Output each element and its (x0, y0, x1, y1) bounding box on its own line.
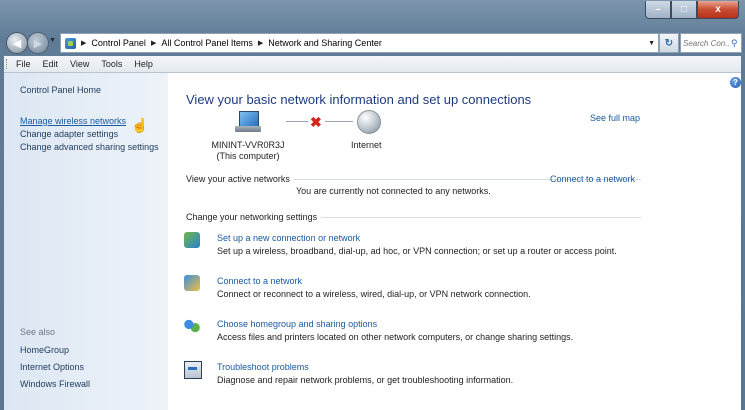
search-box[interactable]: ⚲ (680, 33, 742, 53)
menu-edit[interactable]: Edit (37, 59, 65, 69)
internet-globe-icon (357, 110, 381, 134)
task-description: Connect or reconnect to a wireless, wire… (217, 289, 531, 299)
menu-bar: File Edit View Tools Help (4, 56, 741, 73)
not-connected-message: You are currently not connected to any n… (296, 186, 491, 196)
crumb-separator-icon[interactable]: ▶ (149, 39, 158, 47)
main-pane: ? View your basic network information an… (168, 73, 741, 410)
computer-subtitle: (This computer) (216, 151, 280, 161)
search-input[interactable] (681, 38, 731, 48)
address-dropdown-icon[interactable]: ▼ (645, 40, 658, 47)
control-panel-icon (65, 37, 76, 49)
disconnected-icon: ✖ (310, 114, 322, 130)
task-connect-network: Connect to a network Connect or reconnec… (184, 275, 734, 307)
internet-label: Internet (351, 140, 382, 150)
title-bar[interactable]: – □ x (0, 0, 745, 28)
homegroup-icon (184, 318, 200, 334)
task-description: Set up a wireless, broadband, dial-up, a… (217, 246, 617, 256)
connect-network-link[interactable]: Connect to a network (217, 276, 302, 286)
minimize-button[interactable]: – (645, 1, 671, 19)
breadcrumb-control-panel[interactable]: Control Panel (88, 34, 149, 52)
crumb-separator-icon[interactable]: ▶ (79, 39, 88, 47)
task-description: Diagnose and repair network problems, or… (217, 375, 514, 385)
see-also-label: See also (20, 327, 56, 337)
window-controls: – □ x (645, 1, 739, 19)
control-panel-home-link[interactable]: Control Panel Home (20, 85, 101, 95)
setup-connection-icon (184, 232, 200, 248)
computer-name: MININT-VVR0R3J (211, 140, 285, 150)
troubleshoot-icon (184, 361, 202, 379)
connection-line (325, 121, 353, 122)
back-button[interactable]: ◀ (6, 32, 28, 54)
refresh-button[interactable]: ↻ (659, 33, 679, 53)
task-troubleshoot: Troubleshoot problems Diagnose and repai… (184, 361, 734, 393)
address-bar[interactable]: ▶ Control Panel ▶ All Control Panel Item… (60, 33, 659, 53)
windows-firewall-link[interactable]: Windows Firewall (20, 379, 160, 390)
task-description: Access files and printers located on oth… (217, 332, 574, 342)
breadcrumb-all-items[interactable]: All Control Panel Items (158, 34, 256, 52)
help-icon[interactable]: ? (730, 77, 741, 88)
forward-button[interactable]: ▶ (27, 32, 49, 54)
task-setup-connection: Set up a new connection or network Set u… (184, 232, 734, 264)
close-button[interactable]: x (697, 1, 739, 19)
hand-pointer-icon: ☝ (131, 117, 149, 133)
breadcrumb-network-sharing[interactable]: Network and Sharing Center (265, 34, 385, 52)
task-pane: Control Panel Home Manage wireless netwo… (4, 73, 168, 410)
change-settings-label: Change your networking settings (186, 212, 322, 222)
recent-pages-dropdown-icon[interactable]: ▼ (49, 37, 56, 44)
menu-file[interactable]: File (10, 59, 37, 69)
homegroup-link[interactable]: HomeGroup (20, 345, 160, 356)
internet-options-link[interactable]: Internet Options (20, 362, 160, 373)
computer-icon (235, 111, 261, 133)
active-networks-label: View your active networks (186, 174, 294, 184)
change-advanced-sharing-link[interactable]: Change advanced sharing settings (20, 142, 160, 153)
menu-help[interactable]: Help (128, 59, 159, 69)
task-homegroup: Choose homegroup and sharing options Acc… (184, 318, 734, 350)
page-title: View your basic network information and … (186, 92, 532, 107)
menu-tools[interactable]: Tools (95, 59, 128, 69)
content-area: Control Panel Home Manage wireless netwo… (4, 73, 741, 410)
troubleshoot-link[interactable]: Troubleshoot problems (217, 362, 309, 372)
crumb-separator-icon[interactable]: ▶ (256, 39, 265, 47)
search-icon[interactable]: ⚲ (731, 38, 738, 49)
window-frame: – □ x ◀ ▶ ▼ ▶ Control Panel ▶ All Contro… (0, 0, 745, 410)
setup-connection-link[interactable]: Set up a new connection or network (217, 233, 360, 243)
connect-network-icon (184, 275, 200, 291)
connection-line (286, 121, 308, 122)
see-full-map-link[interactable]: See full map (590, 113, 640, 123)
connect-to-network-link[interactable]: Connect to a network (550, 174, 635, 184)
address-row: ◀ ▶ ▼ ▶ Control Panel ▶ All Control Pane… (0, 28, 745, 56)
homegroup-sharing-link[interactable]: Choose homegroup and sharing options (217, 319, 377, 329)
maximize-button[interactable]: □ (671, 1, 697, 19)
menu-view[interactable]: View (64, 59, 95, 69)
computer-label: MININT-VVR0R3J (This computer) (203, 140, 293, 162)
